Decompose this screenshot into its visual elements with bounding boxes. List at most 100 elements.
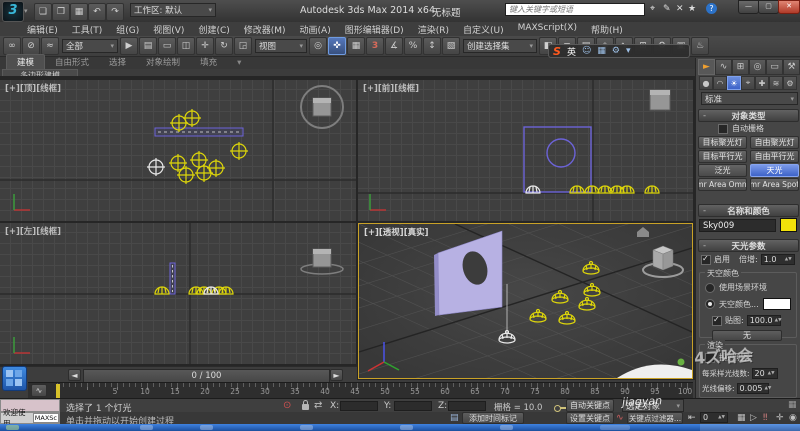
lights-category-icon[interactable]: ☀ [727, 76, 741, 90]
new-file-icon[interactable]: ❏ [34, 3, 52, 21]
undo-icon[interactable]: ↶ [88, 3, 106, 21]
redo-icon[interactable]: ↷ [106, 3, 124, 21]
zoom-view-icon[interactable]: ◉ [789, 413, 797, 423]
object-name-field[interactable]: Sky009 [699, 219, 776, 232]
display-tab-icon[interactable]: ▭ [766, 59, 783, 75]
taskbar-item[interactable] [200, 425, 213, 430]
pen-icon[interactable]: ✎ [663, 4, 671, 14]
viewport-menu-button[interactable]: [+] [364, 228, 379, 238]
shapes-category-icon[interactable]: ◠ [713, 76, 727, 90]
map-amount-spinner[interactable]: 100.0▲▼ [747, 315, 781, 326]
search-icon[interactable]: ⌖ [650, 4, 655, 14]
select-rotate-icon[interactable]: ↻ [215, 37, 233, 55]
create-tab-icon[interactable]: ► [698, 59, 715, 75]
taskbar-item[interactable] [300, 425, 313, 430]
previous-frame-button[interactable]: ◄ [68, 369, 81, 381]
angle-snap-icon[interactable]: ∡ [385, 37, 403, 55]
favorites-icon[interactable]: ★ [688, 4, 696, 14]
ray-bias-spinner[interactable]: 0.005▲▼ [737, 383, 769, 394]
hierarchy-tab-icon[interactable]: ⊞ [732, 59, 749, 75]
maximize-button[interactable]: ▢ [758, 0, 779, 14]
pan-view-icon[interactable]: ✛ [776, 413, 784, 423]
percent-snap-icon[interactable]: % [404, 37, 422, 55]
sky-color-swatch[interactable] [763, 298, 791, 310]
select-object-icon[interactable]: ▶ [120, 37, 138, 55]
go-to-start-icon[interactable]: ⇤ [688, 413, 696, 423]
menu-item[interactable]: 编辑(E) [20, 22, 65, 37]
systems-category-icon[interactable]: ⚙ [783, 76, 797, 90]
sky-color-radio[interactable] [705, 299, 715, 309]
help-icon[interactable]: ? [706, 3, 717, 14]
y-coordinate-field[interactable] [394, 401, 432, 411]
viewport-menu-button[interactable]: [+] [5, 84, 20, 94]
motion-tab-icon[interactable]: ◎ [749, 59, 766, 75]
viewport-shading-button[interactable]: [线框] [36, 227, 61, 237]
track-view-icon[interactable]: ▦ [737, 413, 746, 423]
search-input[interactable] [505, 3, 645, 16]
bind-to-space-warp-icon[interactable]: ≈ [41, 37, 59, 55]
light-type-button[interactable]: mr Area Omni [698, 178, 747, 191]
viewport-top[interactable]: [+][顶][线框] [0, 80, 356, 221]
time-tag-icon[interactable]: ▤ [450, 413, 459, 423]
menu-item[interactable]: 工具(T) [65, 22, 110, 37]
taskbar-item[interactable] [400, 425, 413, 430]
utilities-tab-icon[interactable]: ⚒ [783, 59, 800, 75]
viewport-shading-button[interactable]: [线框] [36, 84, 61, 94]
ribbon-tab-modeling[interactable]: 建模 [6, 54, 45, 69]
space-warps-category-icon[interactable]: ≋ [769, 76, 783, 90]
viewport-layout-tabs-button[interactable] [2, 366, 27, 391]
menu-item[interactable]: 帮助(H) [584, 22, 630, 37]
select-and-manipulate-icon[interactable]: ✜ [328, 37, 346, 55]
menu-item[interactable]: 自定义(U) [456, 22, 511, 37]
autogrid-checkbox[interactable] [718, 124, 728, 134]
cameras-category-icon[interactable]: ⌖ [741, 76, 755, 90]
time-cursor[interactable] [56, 384, 60, 398]
ime-smiley-icon[interactable]: ☺ [582, 46, 591, 56]
selection-filter-dropdown[interactable]: 全部▾ [62, 39, 118, 53]
top-viewport-scene[interactable] [0, 80, 356, 221]
light-type-button[interactable]: 目标聚光灯 [698, 136, 747, 149]
ribbon-tab-freeform[interactable]: 自由形式 [45, 55, 99, 69]
front-viewport-scene[interactable] [358, 80, 693, 221]
isolate-selection-icon[interactable]: ⊙ [283, 400, 291, 411]
geometry-category-icon[interactable]: ● [699, 76, 713, 90]
viewport-name-button[interactable]: [前] [378, 84, 394, 94]
key-mode-icon[interactable]: ‼ [763, 413, 767, 423]
ime-logo-icon[interactable]: S [553, 45, 561, 58]
viewport-shading-button[interactable]: [线框] [394, 84, 419, 94]
corner-icon[interactable]: ▦ [788, 400, 797, 410]
light-type-button[interactable]: mr Area Spot [750, 178, 799, 191]
name-color-rollout[interactable]: -名称和颜色 [698, 204, 799, 217]
minimize-button[interactable]: — [738, 0, 759, 14]
reference-coordinate-dropdown[interactable]: 视图▾ [255, 39, 307, 53]
play-animation-icon[interactable]: ▷ [750, 413, 757, 423]
modify-tab-icon[interactable]: ∿ [715, 59, 732, 75]
light-type-button[interactable]: 目标平行光 [698, 150, 747, 163]
ribbon-tab-selection[interactable]: 选择 [99, 55, 136, 69]
unlink-selection-icon[interactable]: ⊘ [22, 37, 40, 55]
viewport-menu-button[interactable]: [+] [363, 84, 378, 94]
light-type-button[interactable]: 自由平行光 [750, 150, 799, 163]
light-type-button[interactable]: 自由聚光灯 [750, 136, 799, 149]
clear-search-icon[interactable]: ✕ [676, 4, 684, 14]
menu-item[interactable]: 动画(A) [293, 22, 338, 37]
named-selection-set-dropdown[interactable]: 创建选择集▾ [463, 39, 537, 53]
close-button[interactable]: ✕ [778, 0, 800, 14]
menu-item[interactable]: 视图(V) [146, 22, 191, 37]
edit-named-selections-icon[interactable]: ▧ [442, 37, 460, 55]
menu-item[interactable]: MAXScript(X) [511, 22, 584, 37]
viewport-shading-button[interactable]: [真实] [404, 228, 429, 238]
skylight-parameters-rollout[interactable]: -天光参数 [698, 239, 799, 252]
ime-more-icon[interactable]: ▾ [626, 46, 631, 56]
viewport-front[interactable]: [+][前][线框] [358, 80, 693, 221]
window-crossing-icon[interactable]: ◫ [177, 37, 195, 55]
left-viewport-scene[interactable] [0, 223, 356, 364]
taskbar-item[interactable] [500, 425, 513, 430]
set-keys-icon[interactable] [554, 405, 566, 410]
spinner-snap-icon[interactable]: ↕ [423, 37, 441, 55]
select-move-icon[interactable]: ✛ [196, 37, 214, 55]
workspace-dropdown[interactable]: 工作区: 默认▾ [130, 3, 216, 17]
helpers-category-icon[interactable]: ✚ [755, 76, 769, 90]
save-file-icon[interactable]: ▦ [70, 3, 88, 21]
select-scale-icon[interactable]: ◲ [234, 37, 252, 55]
